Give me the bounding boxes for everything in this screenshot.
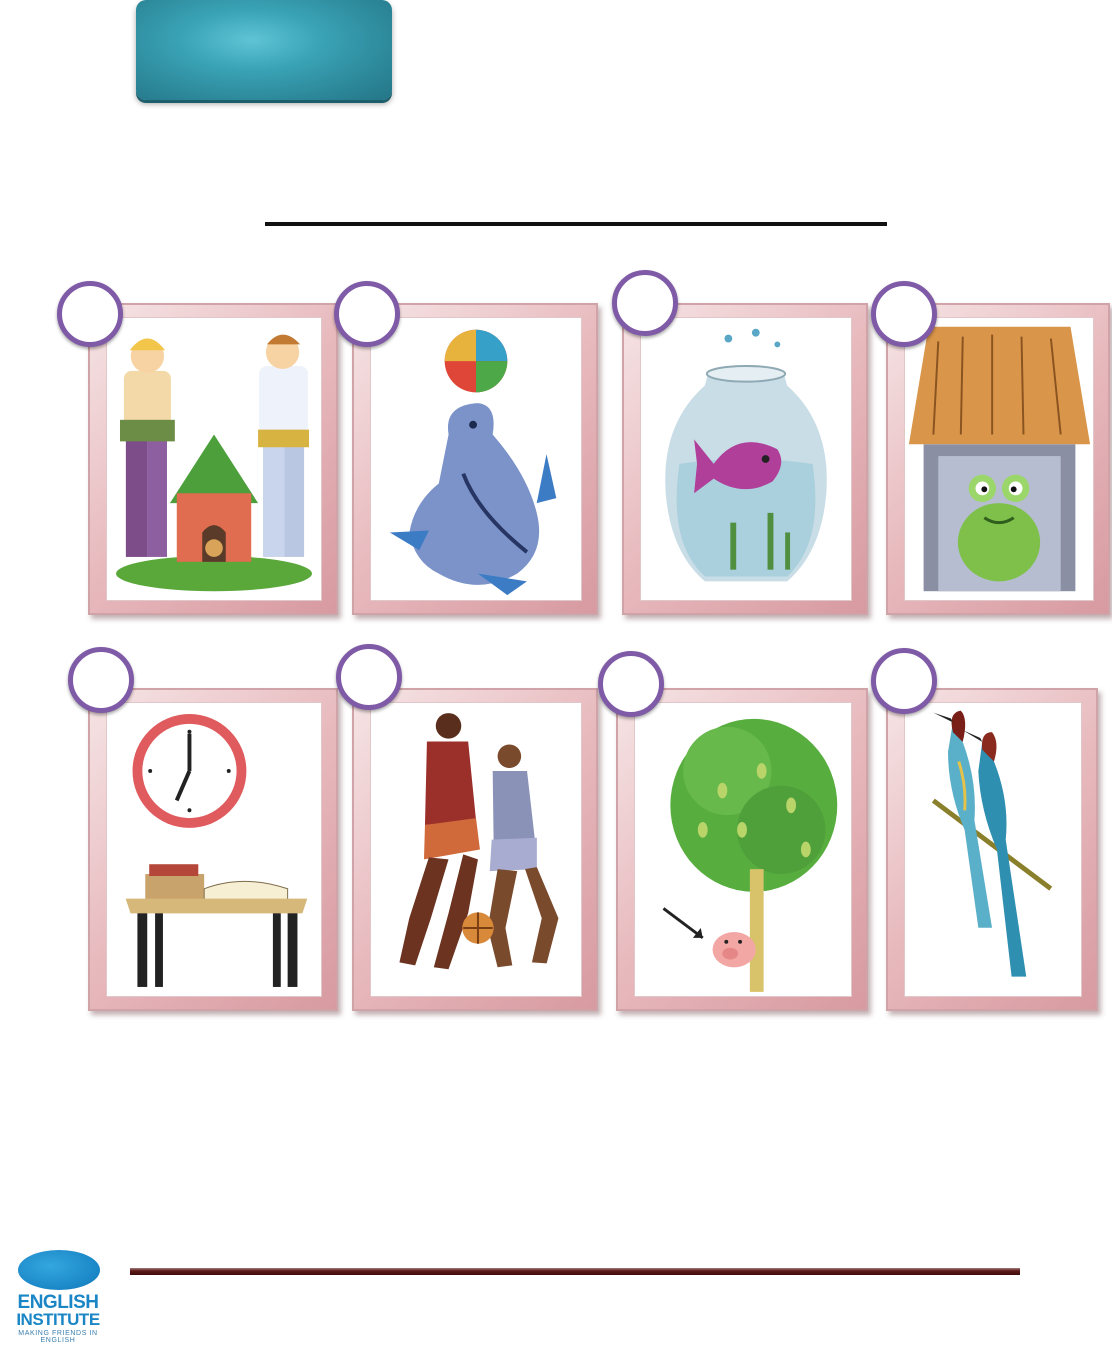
picture-card-3 xyxy=(622,303,868,615)
picture-card-2 xyxy=(352,303,598,615)
basketball-players-icon xyxy=(399,713,559,970)
picture-card-8 xyxy=(886,688,1098,1011)
number-circle-5 xyxy=(68,647,134,713)
clock-desk-icon xyxy=(125,714,308,987)
title-underline xyxy=(265,222,887,226)
header-badge xyxy=(136,0,392,100)
number-circle-3 xyxy=(612,270,678,336)
number-circle-4 xyxy=(871,281,937,347)
number-circle-7 xyxy=(598,651,664,717)
frog-house-icon xyxy=(908,326,1091,592)
picture-card-5 xyxy=(88,688,338,1011)
fishbowl-icon xyxy=(665,328,827,582)
logo-text-institute: INSTITUTE xyxy=(16,1310,100,1329)
doghouse-children-icon xyxy=(116,334,312,592)
picture-card-6 xyxy=(352,688,598,1011)
number-circle-2 xyxy=(334,281,400,347)
picture-card-1 xyxy=(88,303,338,615)
footer-rule xyxy=(130,1268,1020,1275)
number-circle-1 xyxy=(57,281,123,347)
picture-card-4 xyxy=(886,303,1110,615)
seal-ball-icon xyxy=(389,329,557,596)
logo-oval-icon xyxy=(18,1250,100,1290)
birds-branch-icon xyxy=(931,710,1053,977)
pig-tree-icon xyxy=(662,718,838,992)
english-institute-logo: ENGLISH INSTITUTE MAKING FRIENDS IN ENGL… xyxy=(12,1244,104,1344)
picture-card-7 xyxy=(616,688,868,1011)
number-circle-6 xyxy=(336,644,402,710)
logo-tagline: MAKING FRIENDS IN ENGLISH xyxy=(18,1330,98,1344)
number-circle-8 xyxy=(871,648,937,714)
